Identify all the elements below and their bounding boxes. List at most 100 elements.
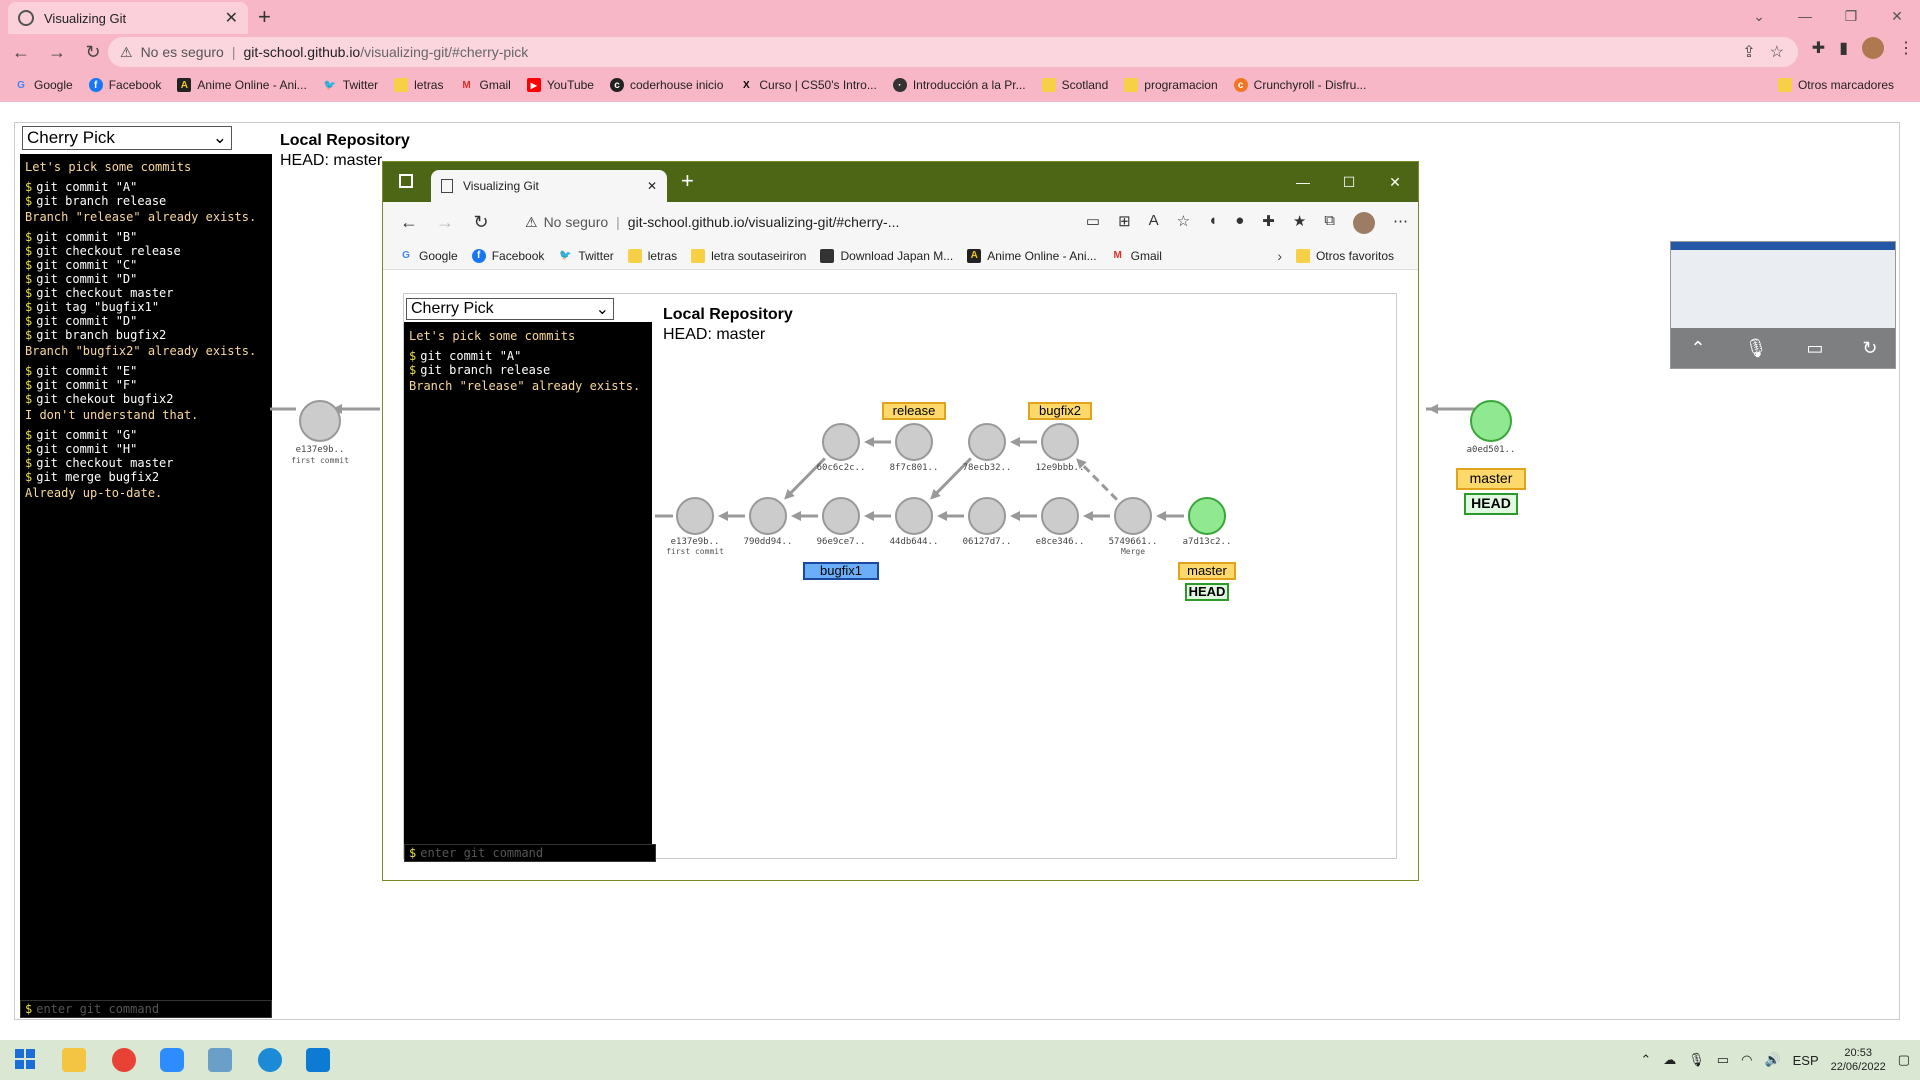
favorite-add-icon[interactable]: ☆ — [1177, 212, 1190, 234]
menu-icon[interactable]: ⋮ — [1898, 38, 1914, 58]
cast-icon[interactable]: ▭ — [1086, 212, 1100, 234]
bookmark-youtube[interactable]: ▶ YouTube — [526, 78, 594, 92]
file-explorer-icon[interactable] — [62, 1048, 86, 1072]
favorite-gmail[interactable]: M Gmail — [1111, 249, 1162, 263]
commit-node[interactable] — [822, 497, 860, 535]
wifi-icon[interactable]: ◠ — [1741, 1052, 1752, 1068]
clock[interactable]: 20:53 22/06/2022 — [1831, 1046, 1886, 1074]
favorite-letra-soutaseiriron[interactable]: letra soutaseiriron — [691, 248, 806, 263]
bookmark-programacion[interactable]: programacion — [1124, 78, 1218, 92]
bookmark-crunchyroll[interactable]: c Crunchyroll - Disfru... — [1233, 78, 1366, 92]
mic-off-icon[interactable]: 🎙 — [1745, 338, 1768, 359]
branch-label-master[interactable]: master — [1178, 562, 1236, 580]
more-icon[interactable]: ⋯ — [1393, 212, 1408, 234]
star-icon[interactable]: ☆ — [1770, 42, 1784, 62]
zoom-icon[interactable] — [160, 1048, 184, 1072]
back-button[interactable]: ← — [391, 212, 427, 233]
favorite-twitter[interactable]: 🐦 Twitter — [558, 249, 614, 263]
commit-node-head[interactable] — [1188, 497, 1226, 535]
commit-node[interactable] — [822, 423, 860, 461]
commit-node[interactable] — [895, 497, 933, 535]
close-tab-icon[interactable]: ✕ — [225, 8, 238, 28]
bookmark-facebook[interactable]: f Facebook — [88, 78, 161, 92]
commit-node[interactable] — [1114, 497, 1152, 535]
reload-button[interactable]: ↻ — [78, 42, 108, 63]
branch-label-bugfix1[interactable]: bugfix1 — [803, 562, 879, 580]
commit-node[interactable] — [968, 423, 1006, 461]
minimize-button[interactable]: — — [1280, 162, 1326, 202]
bookmark-twitter[interactable]: 🐦 Twitter — [323, 78, 379, 92]
close-window-button[interactable]: ✕ — [1874, 0, 1920, 32]
favorite-anime-online[interactable]: A Anime Online - Ani... — [967, 248, 1097, 263]
commit-node[interactable] — [968, 497, 1006, 535]
favorite-download-japan[interactable]: Download Japan M... — [820, 248, 953, 263]
minimize-button[interactable]: — — [1782, 0, 1828, 32]
bookmark-google[interactable]: G Google — [14, 78, 73, 92]
git-command-input[interactable]: $ enter git command — [404, 844, 656, 862]
commit-node[interactable] — [895, 423, 933, 461]
maximize-button[interactable]: ☐ — [1326, 162, 1372, 202]
microphone-icon[interactable]: 🎙 — [1688, 1052, 1705, 1068]
branch-label-master[interactable]: master — [1456, 468, 1526, 490]
inner-tab-visualizing-git[interactable]: Visualizing Git ✕ — [431, 170, 667, 202]
bookmark-cs50[interactable]: X Curso | CS50's Intro... — [739, 78, 877, 92]
new-tab-button[interactable]: + — [681, 168, 694, 194]
bookmark-gmail[interactable]: M Gmail — [459, 78, 511, 92]
favorites-icon[interactable]: ★ — [1293, 212, 1306, 234]
favorite-letras[interactable]: letras — [627, 248, 677, 263]
chevron-up-icon[interactable]: ⌃ — [1690, 338, 1705, 359]
commit-node-head[interactable] — [1470, 400, 1512, 442]
commit-node[interactable] — [299, 400, 341, 442]
tab-actions-icon[interactable] — [399, 174, 413, 188]
vscode-icon[interactable] — [306, 1048, 330, 1072]
edge-icon[interactable] — [258, 1048, 282, 1072]
app-icon[interactable]: ⊞ — [1118, 212, 1131, 234]
bookmark-introduccion[interactable]: · Introducción a la Pr... — [892, 78, 1026, 92]
tab-visualizing-git[interactable]: Visualizing Git ✕ — [8, 2, 248, 34]
branch-label-bugfix2[interactable]: bugfix2 — [1028, 402, 1092, 420]
notifications-icon[interactable]: ▢ — [1898, 1052, 1910, 1068]
onedrive-icon[interactable]: ☁ — [1663, 1052, 1676, 1068]
commit-node[interactable] — [749, 497, 787, 535]
inner-address-bar[interactable]: ⚠ No seguro | git-school.github.io/visua… — [525, 207, 965, 237]
language-indicator[interactable]: ESP — [1793, 1053, 1819, 1068]
reload-button[interactable]: ↻ — [463, 212, 499, 233]
chrome-icon[interactable] — [112, 1048, 136, 1072]
camera-off-icon[interactable]: ▭ — [1806, 338, 1823, 359]
profile-avatar[interactable] — [1353, 212, 1375, 234]
other-bookmarks[interactable]: Otros marcadores — [1777, 78, 1894, 92]
windows-start-icon[interactable] — [14, 1048, 38, 1072]
commit-node[interactable] — [1041, 497, 1079, 535]
branch-label-release[interactable]: release — [882, 402, 946, 420]
volume-icon[interactable]: 🔊 — [1764, 1052, 1780, 1068]
profile-avatar[interactable] — [1862, 37, 1884, 59]
media-icon[interactable]: ◖ — [1208, 212, 1217, 234]
restore-button[interactable]: ❐ — [1828, 0, 1874, 32]
bookmark-coderhouse[interactable]: c coderhouse inicio — [609, 78, 723, 92]
scenario-select[interactable]: Cherry Pick ⌄ — [406, 298, 614, 320]
forward-button[interactable]: → — [42, 42, 72, 63]
new-tab-button[interactable]: + — [258, 4, 271, 30]
notes-icon[interactable] — [208, 1048, 232, 1072]
commit-node[interactable] — [1041, 423, 1079, 461]
extensions-icon[interactable]: ✚ — [1812, 38, 1825, 58]
address-bar[interactable]: ⚠ No es seguro | git-school.github.io/vi… — [108, 37, 1798, 67]
share-icon[interactable]: ⇪ — [1742, 42, 1755, 62]
extension-icon[interactable]: ● — [1235, 212, 1244, 234]
git-command-input[interactable]: $ enter git command — [20, 1000, 272, 1018]
forward-button[interactable]: → — [427, 212, 463, 233]
puzzle-icon[interactable]: ✚ — [1262, 212, 1275, 234]
collections-icon[interactable]: ⧉ — [1324, 212, 1335, 234]
other-favorites[interactable]: Otros favoritos — [1295, 248, 1394, 263]
chevron-right-icon[interactable]: › — [1277, 248, 1282, 264]
warning-icon[interactable]: ⚠ — [120, 44, 133, 61]
favorite-facebook[interactable]: f Facebook — [471, 248, 544, 263]
bookmark-scotland[interactable]: Scotland — [1041, 78, 1108, 92]
refresh-icon[interactable]: ↻ — [1862, 338, 1877, 359]
read-aloud-icon[interactable]: A — [1149, 212, 1159, 234]
video-call-overlay[interactable]: ⌃ 🎙 ▭ ↻ — [1670, 241, 1896, 369]
battery-icon[interactable]: ▭ — [1717, 1052, 1729, 1068]
back-button[interactable]: ← — [6, 42, 36, 63]
scenario-select[interactable]: Cherry Pick ⌄ — [22, 126, 232, 150]
close-tab-icon[interactable]: ✕ — [647, 179, 657, 193]
